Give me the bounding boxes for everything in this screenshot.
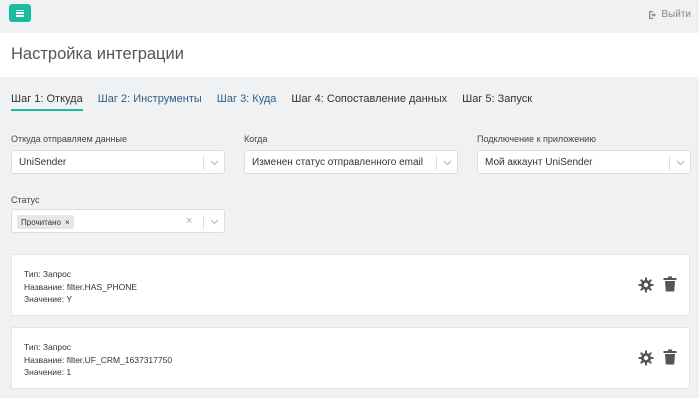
filter-name: Название: filter.UF_CRM_1637317750 — [24, 354, 173, 365]
sign-out-icon — [649, 10, 657, 19]
connection-label: Подключение к приложению — [477, 134, 596, 144]
trash-icon[interactable] — [663, 349, 677, 365]
tab-step-2[interactable]: Шаг 2: Инструменты — [98, 93, 202, 111]
source-value: UniSender — [19, 157, 67, 168]
status-multiselect[interactable]: Прочитано × × — [11, 209, 225, 233]
menu-toggle-button[interactable] — [9, 4, 31, 22]
chevron-down-icon — [443, 160, 452, 166]
filter-value: Значение: 1 — [24, 367, 72, 377]
filter-type: Тип: Запрос — [24, 269, 72, 279]
select-separator — [203, 215, 204, 229]
status-tag: Прочитано × — [17, 215, 74, 229]
when-label: Когда — [244, 134, 268, 144]
filter-name: Название: filter.HAS_PHONE — [24, 281, 138, 292]
tab-step-5[interactable]: Шаг 5: Запуск — [462, 93, 532, 111]
filter-type: Тип: Запрос — [24, 342, 72, 352]
filter-value: Значение: Y — [24, 294, 73, 304]
select-separator — [436, 156, 437, 170]
gear-icon[interactable] — [638, 350, 654, 366]
gear-icon[interactable] — [638, 277, 654, 293]
filter-card: Тип: Запрос Название: filter.UF_CRM_1637… — [11, 327, 690, 389]
top-bar: Выйти — [0, 0, 699, 33]
tab-step-4[interactable]: Шаг 4: Сопоставление данных — [291, 93, 447, 111]
step-tabs: Шаг 1: Откуда Шаг 2: Инструменты Шаг 3: … — [11, 93, 547, 111]
logout-link[interactable]: Выйти — [648, 9, 691, 20]
tag-remove-icon[interactable]: × — [65, 218, 70, 227]
filter-details: Тип: Запрос Название: filter.HAS_PHONE З… — [24, 268, 137, 306]
filter-details: Тип: Запрос Название: filter.UF_CRM_1637… — [24, 341, 172, 379]
trash-icon[interactable] — [663, 276, 677, 292]
filter-card: Тип: Запрос Название: filter.HAS_PHONE З… — [11, 254, 690, 316]
when-value: Изменен статус отправленного email — [252, 157, 423, 168]
clear-icon[interactable]: × — [186, 215, 192, 227]
page-title: Настройка интеграции — [11, 45, 184, 63]
tab-step-1[interactable]: Шаг 1: Откуда — [11, 93, 83, 111]
select-separator — [669, 156, 670, 170]
page-header: Настройка интеграции — [0, 33, 699, 77]
select-separator — [203, 156, 204, 170]
connection-select[interactable]: Мой аккаунт UniSender — [477, 150, 691, 174]
logout-label: Выйти — [661, 9, 691, 20]
chevron-down-icon — [210, 219, 219, 225]
when-select[interactable]: Изменен статус отправленного email — [244, 150, 458, 174]
chevron-down-icon — [210, 160, 219, 166]
status-label: Статус — [11, 195, 40, 205]
tab-step-3[interactable]: Шаг 3: Куда — [217, 93, 277, 111]
source-label: Откуда отправляем данные — [11, 134, 127, 144]
chevron-down-icon — [676, 160, 685, 166]
source-select[interactable]: UniSender — [11, 150, 225, 174]
status-tag-label: Прочитано — [21, 217, 61, 227]
connection-value: Мой аккаунт UniSender — [485, 157, 593, 168]
hamburger-icon — [16, 9, 24, 17]
